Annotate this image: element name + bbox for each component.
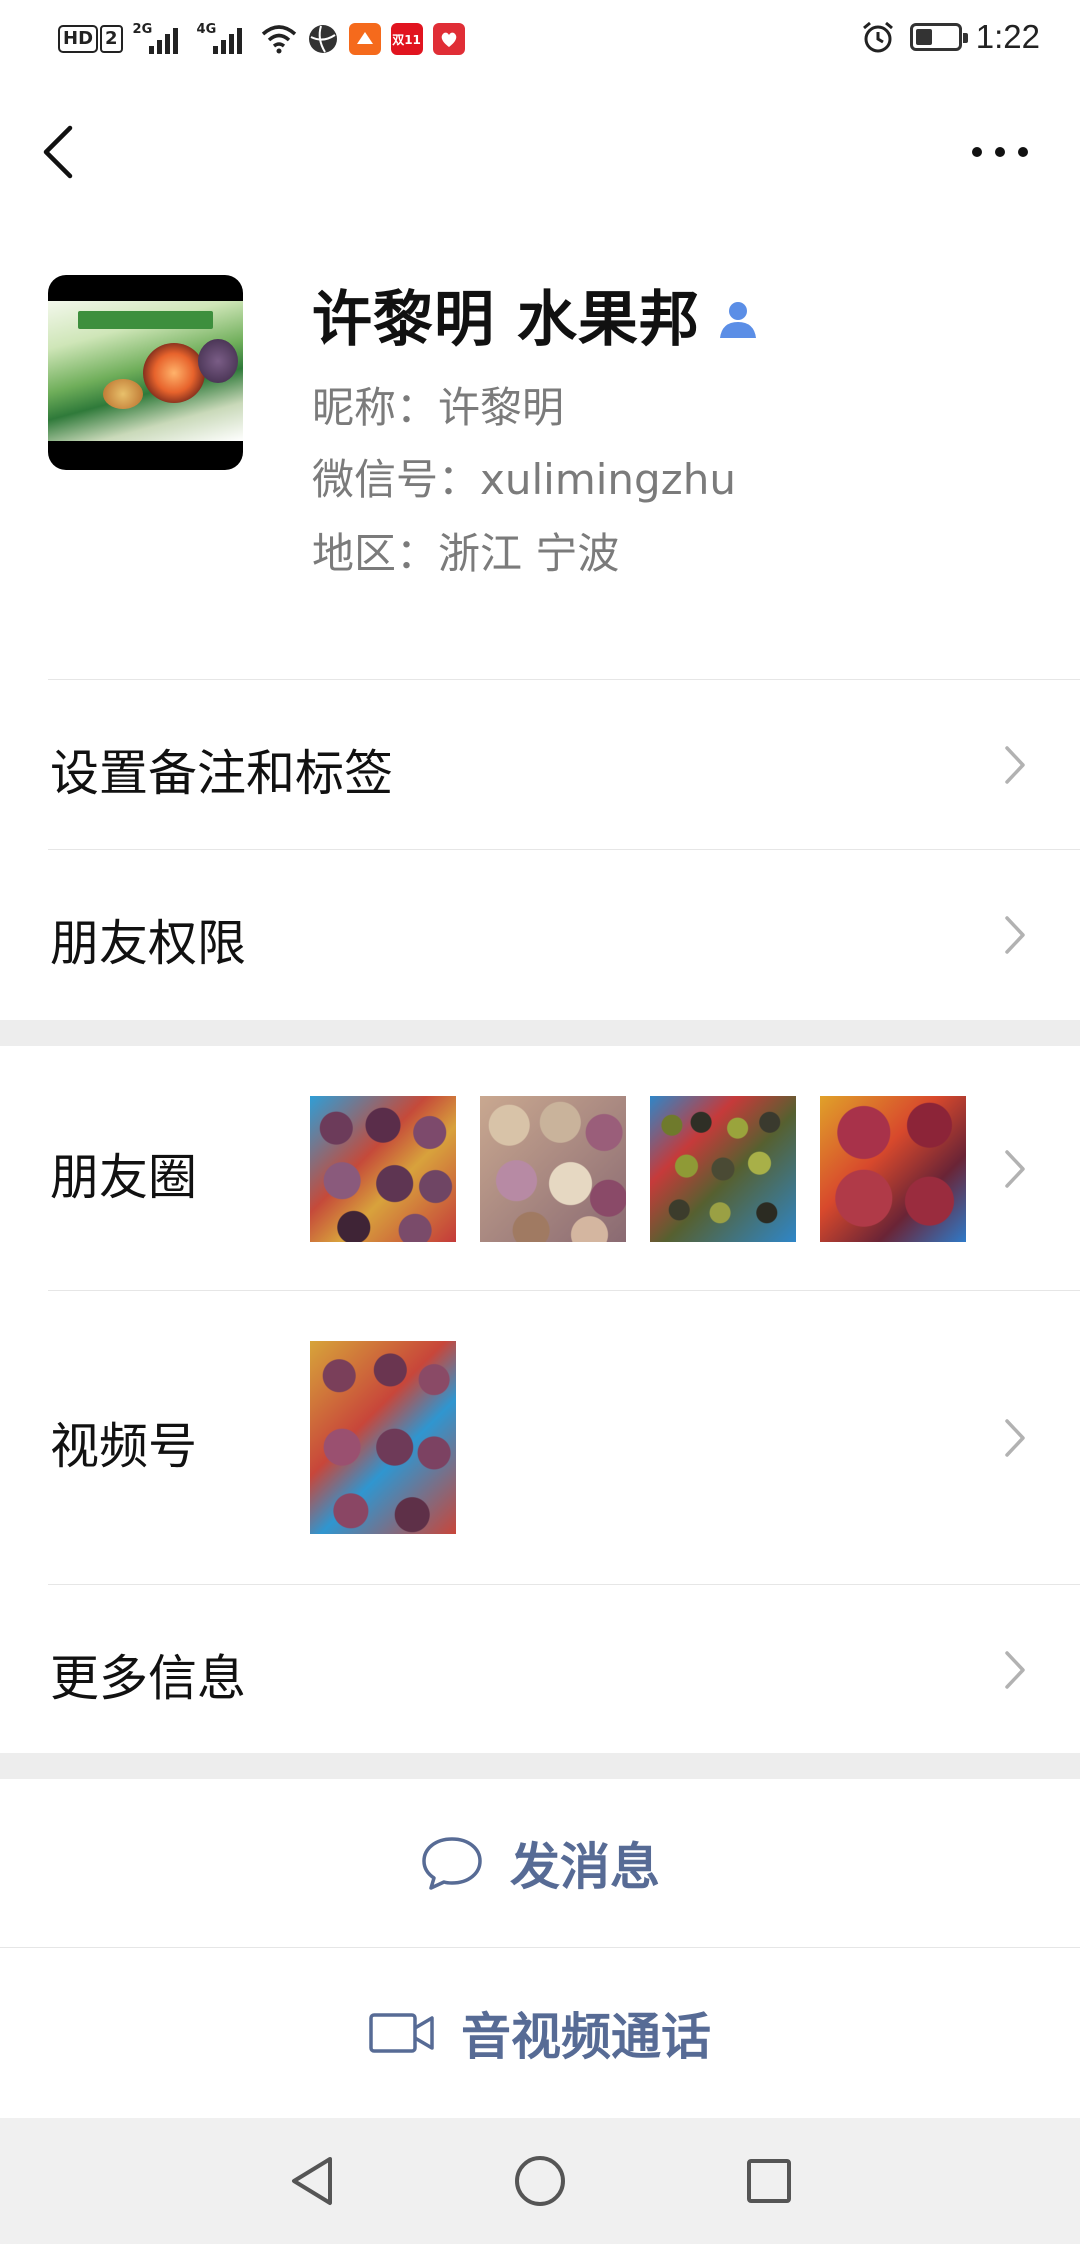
chevron-right-icon xyxy=(1005,1150,1025,1188)
nav-home-circle-icon[interactable] xyxy=(512,2153,568,2209)
wechat-id-line: 微信号：xulimingzhu xyxy=(312,455,736,504)
chevron-right-icon xyxy=(1005,1651,1025,1689)
moments-photo-figs xyxy=(310,1096,456,1242)
avatar[interactable] xyxy=(48,275,243,470)
section-separator xyxy=(0,1020,1080,1046)
battery-icon xyxy=(909,23,968,51)
channels-video-thumb xyxy=(310,1341,456,1534)
moments-photo-olives xyxy=(650,1096,796,1242)
video-call-button[interactable]: 音视频通话 xyxy=(0,1948,1080,2118)
moments-row[interactable]: 朋友圈 xyxy=(0,1046,1080,1290)
send-message-label: 发消息 xyxy=(510,1838,660,1896)
more-info-row[interactable]: 更多信息 xyxy=(0,1585,1080,1753)
app-notification-icon xyxy=(348,23,381,55)
send-message-button[interactable]: 发消息 xyxy=(0,1779,1080,1947)
back-icon[interactable] xyxy=(38,122,78,182)
battery-level-fill xyxy=(915,29,932,45)
chevron-right-icon xyxy=(1005,916,1025,954)
friend-permissions-row[interactable]: 朋友权限 xyxy=(0,850,1080,1020)
status-right: 1:22 xyxy=(860,18,1040,56)
moments-label: 朋友圈 xyxy=(50,1149,198,1206)
video-call-label: 音视频通话 xyxy=(461,2008,711,2066)
browser-icon xyxy=(308,25,337,53)
chevron-right-icon xyxy=(1005,746,1025,784)
remark-tags-label: 设置备注和标签 xyxy=(50,745,394,802)
more-info-label: 更多信息 xyxy=(50,1650,247,1707)
signal-2g-label: 2G xyxy=(132,22,153,37)
remark-tags-row[interactable]: 设置备注和标签 xyxy=(0,680,1080,849)
avatar-image xyxy=(48,301,243,441)
profile-name-row: 许黎明 水果邦 xyxy=(312,280,760,360)
video-camera-icon xyxy=(369,2013,434,2053)
region-line: 地区：浙江 宁波 xyxy=(312,529,620,578)
wifi-icon xyxy=(261,25,296,54)
hd-indicator: HD xyxy=(58,25,99,53)
person-icon xyxy=(719,302,756,338)
channels-label: 视频号 xyxy=(50,1418,198,1475)
sim-indicator: 2 xyxy=(100,25,123,53)
status-bar: HD 2 2G 4G 双11 1:22 xyxy=(0,0,1080,80)
friend-permissions-label: 朋友权限 xyxy=(50,915,247,972)
nav-recents-square-icon[interactable] xyxy=(744,2153,794,2209)
profile-name: 许黎明 水果邦 xyxy=(312,285,700,355)
system-navigation-bar xyxy=(0,2118,1080,2244)
pinduoduo-icon xyxy=(432,23,465,55)
section-separator xyxy=(0,1753,1080,1779)
nav-back-triangle-icon[interactable] xyxy=(286,2153,336,2209)
moments-photo-red-figs xyxy=(820,1096,966,1242)
channels-row[interactable]: 视频号 xyxy=(0,1291,1080,1584)
chevron-right-icon xyxy=(1005,1419,1025,1457)
alarm-icon xyxy=(862,21,893,53)
status-time: 1:22 xyxy=(975,18,1040,55)
chat-bubble-icon xyxy=(422,1837,482,1890)
double11-badge: 双11 xyxy=(390,23,423,55)
signal-4g-label: 4G xyxy=(196,22,217,37)
signal-4g-icon: 4G xyxy=(197,22,251,56)
moments-photo-figs-pale xyxy=(480,1096,626,1242)
nickname-line: 昵称：许黎明 xyxy=(312,383,565,432)
signal-2g-icon: 2G xyxy=(133,22,187,56)
status-left: HD 2 2G 4G 双11 xyxy=(58,22,465,56)
more-options-icon[interactable] xyxy=(972,140,1028,164)
